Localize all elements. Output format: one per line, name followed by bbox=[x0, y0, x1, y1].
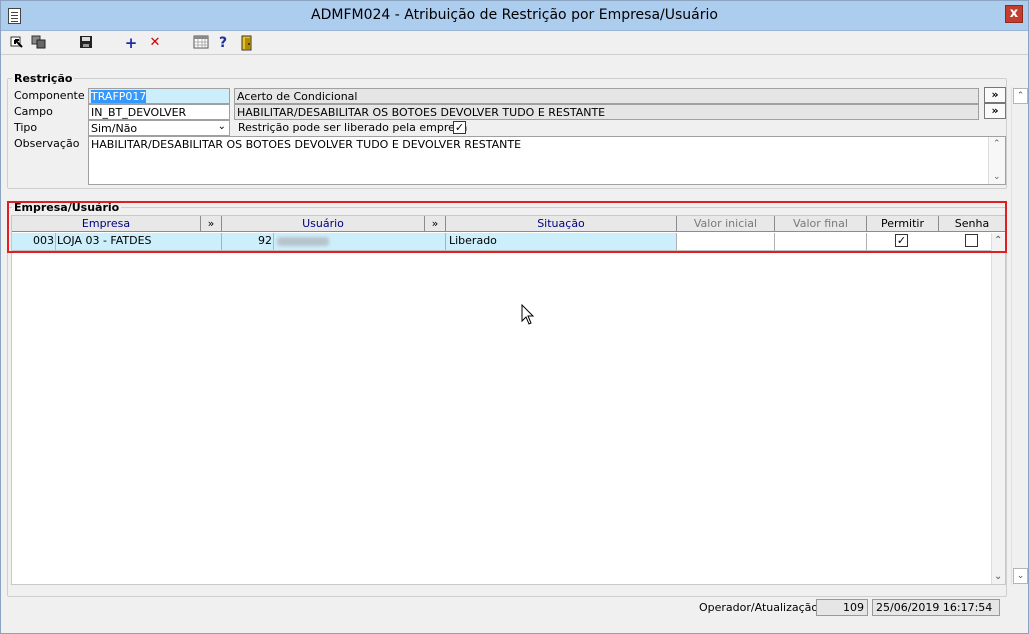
campo-input[interactable]: IN_BT_DEVOLVER bbox=[88, 104, 230, 120]
campo-description: HABILITAR/DESABILITAR OS BOTOES DEVOLVER… bbox=[234, 104, 979, 120]
campo-label: Campo bbox=[14, 105, 53, 118]
title-bar: ADMFM024 - Atribuição de Restrição por E… bbox=[1, 1, 1028, 31]
atualizacao-field: 25/06/2019 16:17:54 bbox=[872, 599, 1000, 616]
componente-description: Acerto de Condicional bbox=[234, 88, 979, 104]
tipo-label: Tipo bbox=[14, 121, 38, 134]
componente-lookup-button[interactable]: » bbox=[984, 87, 1006, 103]
componente-label: Componente bbox=[14, 89, 85, 102]
delete-icon[interactable]: ✕ bbox=[147, 35, 163, 51]
window-scrollbar[interactable]: ⌃ ⌄ bbox=[1011, 87, 1028, 585]
campo-lookup-button[interactable]: » bbox=[984, 103, 1006, 119]
componente-input[interactable]: TRAFP017 bbox=[88, 88, 230, 104]
scroll-down-icon[interactable]: ⌄ bbox=[993, 172, 1001, 182]
highlight-box bbox=[7, 201, 1007, 253]
observacao-textarea[interactable]: HABILITAR/DESABILITAR OS BOTOES DEVOLVER… bbox=[88, 136, 1006, 185]
restricao-group-title: Restrição bbox=[12, 72, 75, 85]
tipo-select-value: Sim/Não bbox=[91, 122, 138, 135]
scroll-up-icon[interactable]: ⌃ bbox=[993, 139, 1001, 149]
liberado-empresa-label: Restrição pode ser liberado pela empresa bbox=[238, 121, 468, 134]
save-icon[interactable] bbox=[78, 35, 94, 51]
arrow-cursor-icon[interactable] bbox=[9, 35, 25, 51]
toolbar: + ✕ ? bbox=[1, 31, 1028, 55]
help-icon[interactable]: ? bbox=[215, 35, 231, 51]
observacao-text: HABILITAR/DESABILITAR OS BOTOES DEVOLVER… bbox=[91, 138, 522, 151]
chevron-down-icon: ⌄ bbox=[217, 121, 226, 132]
close-button[interactable]: x bbox=[1005, 5, 1023, 23]
observacao-scrollbar[interactable]: ⌃ ⌄ bbox=[988, 137, 1005, 184]
scroll-up-icon[interactable]: ⌃ bbox=[1013, 88, 1028, 104]
liberado-empresa-checkbox[interactable]: ✓ bbox=[453, 121, 466, 134]
scroll-down-icon[interactable]: ⌄ bbox=[994, 571, 1002, 582]
grid-scrollbar[interactable]: ⌃ ⌄ bbox=[991, 233, 1005, 584]
add-icon[interactable]: + bbox=[123, 35, 139, 51]
observacao-label: Observação bbox=[14, 137, 80, 150]
mouse-cursor-icon bbox=[521, 304, 535, 325]
scroll-down-icon[interactable]: ⌄ bbox=[1013, 568, 1028, 584]
calendar-icon[interactable] bbox=[193, 35, 209, 51]
operador-field: 109 bbox=[816, 599, 868, 616]
tipo-select[interactable]: Sim/Não ⌄ bbox=[88, 120, 230, 136]
exit-door-icon[interactable] bbox=[239, 35, 255, 51]
empresa-usuario-grid: Empresa » Usuário » Situação Valor inici… bbox=[11, 215, 1006, 585]
window-title: ADMFM024 - Atribuição de Restrição por E… bbox=[311, 7, 718, 23]
componente-value: TRAFP017 bbox=[91, 90, 147, 103]
operador-atualizacao-label: Operador/Atualização bbox=[699, 601, 819, 614]
main-window: ADMFM024 - Atribuição de Restrição por E… bbox=[0, 0, 1029, 634]
copy-records-icon[interactable] bbox=[31, 35, 47, 51]
